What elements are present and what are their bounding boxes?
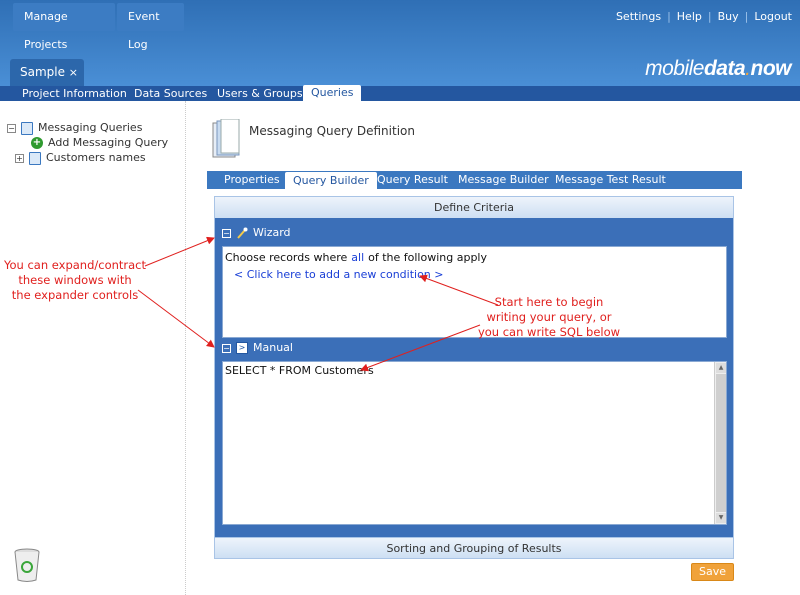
query-tabs: Properties Query Builder Query Result Me… xyxy=(207,171,742,189)
project-tab-label: Sample xyxy=(20,65,65,79)
recycle-bin-icon[interactable] xyxy=(12,547,42,583)
subnav-project-information[interactable]: Project Information xyxy=(22,86,127,101)
top-links: Settings | Help | Buy | Logout xyxy=(615,10,792,23)
expand-icon[interactable]: + xyxy=(15,153,24,163)
tab-message-builder[interactable]: Message Builder xyxy=(458,171,549,189)
tree-item-label: Customers names xyxy=(46,151,146,164)
top-bar: Manage Projects Event Log Settings | Help |… xyxy=(0,0,800,86)
wand-icon xyxy=(237,227,248,239)
tab-query-builder[interactable]: Query Builder xyxy=(285,172,377,189)
start-here-annotation: Start here to begin writing your query, … xyxy=(477,295,621,339)
tree-item-label: Add Messaging Query xyxy=(48,136,169,149)
tab-query-result[interactable]: Query Result xyxy=(377,171,448,189)
subnav-users-groups[interactable]: Users & Groups xyxy=(217,86,303,101)
collapse-icon[interactable]: − xyxy=(222,228,231,238)
collapse-icon[interactable]: − xyxy=(222,343,231,353)
sql-icon: > xyxy=(236,342,248,354)
left-tree-panel: − Messaging Queries + Add Messaging Query … xyxy=(0,101,186,595)
folder-icon xyxy=(212,119,240,158)
save-button[interactable]: Save xyxy=(691,563,734,581)
close-icon[interactable]: × xyxy=(69,59,78,86)
add-icon: + xyxy=(31,137,43,149)
manual-sql-box: ▲ ▼ xyxy=(222,361,727,525)
tab-properties[interactable]: Properties xyxy=(224,171,280,189)
collapse-icon[interactable]: − xyxy=(7,123,16,133)
manage-projects-button[interactable]: Manage Projects xyxy=(13,3,115,51)
tree-item-messaging-queries[interactable]: − Messaging Queries xyxy=(7,121,142,135)
match-mode-link[interactable]: all xyxy=(351,251,364,264)
event-log-button[interactable]: Event Log xyxy=(117,3,184,51)
query-icon xyxy=(29,151,41,165)
sorting-grouping-header[interactable]: Sorting and Grouping of Results xyxy=(214,537,734,559)
scroll-thumb[interactable] xyxy=(716,374,726,512)
tree-item-customers-names[interactable]: + Customers names xyxy=(15,151,146,165)
choose-records-text: Choose records where all of the following … xyxy=(225,251,487,264)
manual-title: Manual xyxy=(253,341,293,354)
subnav-queries[interactable]: Queries xyxy=(303,85,362,101)
logout-link[interactable]: Logout xyxy=(754,10,792,23)
scroll-down-icon[interactable]: ▼ xyxy=(716,513,726,523)
sql-editor[interactable] xyxy=(223,362,714,524)
add-condition-link[interactable]: < Click here to add a new condition > xyxy=(234,268,444,281)
query-folder-icon xyxy=(21,121,33,135)
brand-logo: mobiledata.now xyxy=(645,57,791,80)
scrollbar[interactable]: ▲ ▼ xyxy=(714,362,726,524)
tree-item-label: Messaging Queries xyxy=(38,121,143,134)
wizard-section-header: − Wizard xyxy=(222,226,291,239)
subnav-data-sources[interactable]: Data Sources xyxy=(134,86,207,101)
settings-link[interactable]: Settings xyxy=(616,10,661,23)
project-subnav: Project Information Data Sources Users &… xyxy=(0,85,800,101)
help-link[interactable]: Help xyxy=(677,10,702,23)
expander-annotation: You can expand/contract these windows wi… xyxy=(3,258,147,302)
tree-item-add-query[interactable]: + Add Messaging Query xyxy=(31,136,168,149)
page-title: Messaging Query Definition xyxy=(249,124,415,138)
wizard-title: Wizard xyxy=(253,226,291,239)
manual-section-header: − > Manual xyxy=(222,341,293,354)
main-content: Messaging Query Definition Properties Qu… xyxy=(187,101,800,595)
define-criteria-header[interactable]: Define Criteria xyxy=(215,197,733,218)
project-tab-sample[interactable]: Sample × xyxy=(10,59,84,86)
scroll-up-icon[interactable]: ▲ xyxy=(716,363,726,373)
define-criteria-panel: Define Criteria − Wizard Choose records w… xyxy=(214,196,734,558)
tab-message-test-result[interactable]: Message Test Result xyxy=(555,171,666,189)
buy-link[interactable]: Buy xyxy=(718,10,739,23)
